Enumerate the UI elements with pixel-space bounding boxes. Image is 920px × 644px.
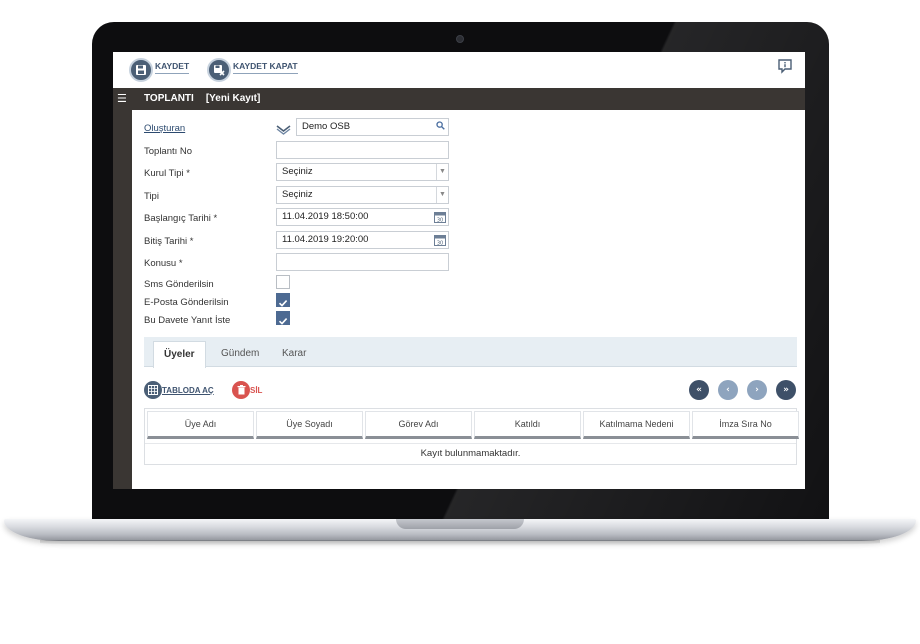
- tipi-value: Seçiniz: [282, 189, 313, 200]
- konusu-label: Konusu *: [144, 258, 183, 269]
- tipi-label: Tipi: [144, 191, 159, 202]
- laptop-shadow: [40, 540, 880, 546]
- check-icon: [278, 300, 288, 307]
- bitis-label: Bitiş Tarihi *: [144, 236, 194, 247]
- page-title: TOPLANTI: [144, 93, 194, 104]
- yanit-label: Bu Davete Yanıt İste: [144, 315, 231, 326]
- open-table-label: TABLODA AÇ: [162, 385, 214, 395]
- svg-text:30: 30: [437, 217, 443, 223]
- column-header-uye-adi[interactable]: Üye Adı: [147, 411, 254, 439]
- pager-first-button[interactable]: «: [689, 380, 709, 400]
- toplanti-no-input[interactable]: [276, 141, 449, 159]
- olusturan-value: Demo OSB: [302, 121, 351, 132]
- kurul-tipi-select[interactable]: Seçiniz ▼: [276, 163, 449, 181]
- chevron-down-icon[interactable]: ▼: [436, 164, 448, 180]
- baslangic-value: 11.04.2019 18:50:00: [282, 211, 369, 222]
- camera-icon: [456, 35, 464, 43]
- save-close-button[interactable]: KAYDET KAPAT: [207, 57, 298, 83]
- search-icon[interactable]: [436, 120, 445, 136]
- table-icon: [144, 381, 162, 399]
- members-table: Üye Adı Üye Soyadı Görev Adı Katıldı Kat…: [144, 408, 799, 465]
- save-close-label: KAYDET KAPAT: [233, 61, 298, 74]
- open-table-button[interactable]: TABLODA AÇ: [144, 380, 214, 400]
- column-header-katildi[interactable]: Katıldı: [474, 411, 581, 439]
- calendar-icon[interactable]: 30: [434, 211, 446, 229]
- pager-next-button[interactable]: ›: [747, 380, 767, 400]
- chevron-down-icon[interactable]: ▼: [436, 187, 448, 203]
- konusu-input[interactable]: [276, 253, 449, 271]
- eposta-checkbox[interactable]: [276, 293, 290, 307]
- pager-last-button[interactable]: »: [776, 380, 796, 400]
- baslangic-date-input[interactable]: 11.04.2019 18:50:00 30: [276, 208, 449, 226]
- tipi-select[interactable]: Seçiniz ▼: [276, 186, 449, 204]
- yanit-checkbox[interactable]: [276, 311, 290, 325]
- baslangic-label: Başlangıç Tarihi *: [144, 213, 218, 224]
- save-button[interactable]: KAYDET: [129, 57, 190, 83]
- bitis-value: 11.04.2019 19:20:00: [282, 234, 369, 245]
- tab-uyeler[interactable]: Üyeler: [153, 341, 206, 368]
- column-header-gorev-adi[interactable]: Görev Adı: [365, 411, 472, 439]
- autocomplete-icon[interactable]: [276, 121, 291, 140]
- tab-bar: Üyeler Gündem Karar: [144, 337, 797, 368]
- floppy-icon: [129, 58, 153, 82]
- pager-prev-button[interactable]: ‹: [718, 380, 738, 400]
- floppy-close-icon: [207, 58, 231, 82]
- toolbar: KAYDET KAYDET KAPAT: [113, 52, 805, 88]
- trash-icon: [232, 381, 250, 399]
- calendar-icon[interactable]: 30: [434, 234, 446, 252]
- tab-gundem[interactable]: Gündem: [221, 341, 259, 368]
- sms-label: Sms Gönderilsin: [144, 279, 214, 290]
- laptop-notch: [396, 519, 524, 529]
- hamburger-icon[interactable]: ☰: [117, 93, 127, 104]
- side-menu-strip: [113, 88, 132, 489]
- eposta-label: E-Posta Gönderilsin: [144, 297, 229, 308]
- sms-checkbox[interactable]: [276, 275, 290, 289]
- page-subtitle: [Yeni Kayıt]: [205, 93, 261, 104]
- empty-message: Kayıt bulunmamaktadır.: [145, 443, 796, 463]
- table-header: Üye Adı Üye Soyadı Görev Adı Katıldı Kat…: [147, 411, 801, 439]
- help-chat-icon[interactable]: [777, 58, 793, 74]
- delete-button[interactable]: SİL: [232, 380, 262, 400]
- save-label: KAYDET: [155, 61, 190, 74]
- kurul-tipi-value: Seçiniz: [282, 166, 313, 177]
- olusturan-label[interactable]: Oluşturan: [144, 123, 185, 134]
- delete-label: SİL: [250, 385, 263, 395]
- app-screen: KAYDET KAYDET KAPAT ☰ TOPLANTI [Yeni Kayı…: [113, 52, 805, 489]
- kurul-tipi-label: Kurul Tipi *: [144, 168, 190, 179]
- column-header-katilmama-nedeni[interactable]: Katılmama Nedeni: [583, 411, 690, 439]
- check-icon: [278, 318, 288, 325]
- bitis-date-input[interactable]: 11.04.2019 19:20:00 30: [276, 231, 449, 249]
- column-header-uye-soyadi[interactable]: Üye Soyadı: [256, 411, 363, 439]
- column-header-imza-sira-no[interactable]: İmza Sıra No: [692, 411, 799, 439]
- tab-karar[interactable]: Karar: [282, 341, 306, 368]
- olusturan-field[interactable]: Demo OSB: [296, 118, 449, 136]
- page-title-bar: TOPLANTI [Yeni Kayıt]: [132, 88, 805, 110]
- toplanti-no-label: Toplantı No: [144, 146, 193, 157]
- svg-text:30: 30: [437, 240, 443, 246]
